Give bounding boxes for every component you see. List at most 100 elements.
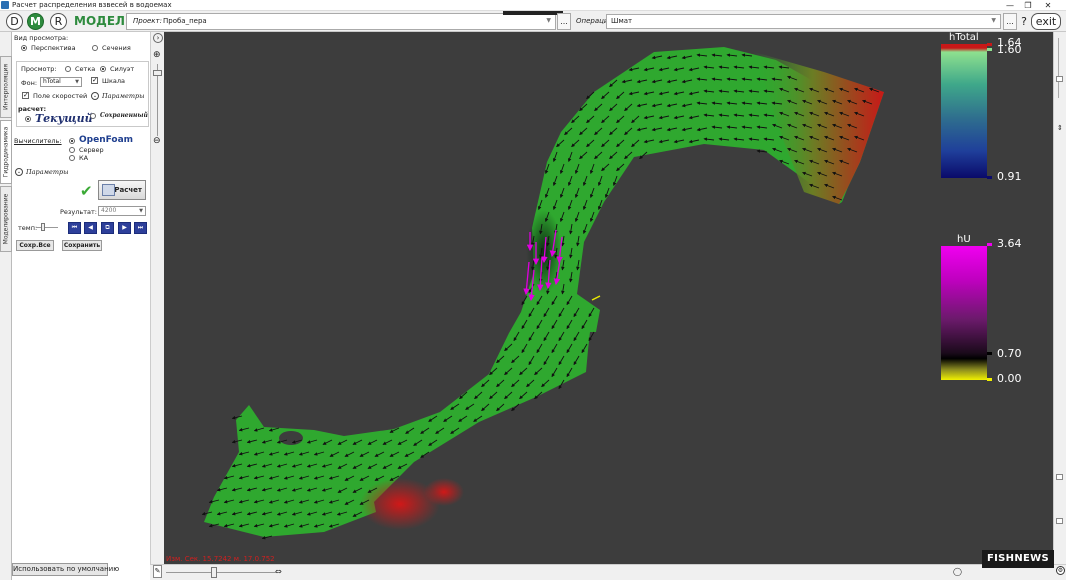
- legend-htotal-bar: [941, 44, 987, 178]
- high-level-spot: [424, 478, 464, 506]
- grid-radio[interactable]: [65, 66, 71, 72]
- scroll-handle[interactable]: [1056, 76, 1063, 82]
- legend-hu-max: 3.64: [997, 237, 1022, 250]
- next-frame-button[interactable]: ▶: [118, 222, 131, 234]
- params2-expand-icon[interactable]: ⌄: [15, 168, 23, 176]
- silhouette-radio[interactable]: [100, 66, 106, 72]
- legend-htotal-min: 0.91: [997, 170, 1022, 183]
- model-viewport[interactable]: hTotal 1.64 1.60 0.91 hU 3.64 0.70 0.00 …: [164, 32, 1053, 564]
- legend-htotal-tick: [987, 43, 992, 46]
- aperture-icon[interactable]: ◯: [953, 567, 962, 576]
- tempo-slider-track[interactable]: [36, 227, 58, 228]
- server-label: Сервер: [79, 146, 104, 154]
- marker-line: [591, 295, 601, 301]
- zoom-in-icon[interactable]: ⊕: [153, 50, 161, 60]
- sections-radio[interactable]: [92, 45, 98, 51]
- operation-select[interactable]: Шмат ▼: [606, 14, 1001, 29]
- tab-hydrodynamics[interactable]: Гидродинамика: [0, 120, 12, 184]
- chevron-down-icon: ▼: [139, 208, 143, 214]
- tab-label: Интерполяция: [2, 63, 10, 111]
- tab-modeling[interactable]: Моделирование: [0, 186, 12, 252]
- current-radio[interactable]: [25, 116, 31, 122]
- legend-hu: hU 3.64 0.70 0.00: [941, 234, 1022, 394]
- zoom-out-icon[interactable]: ⊖: [153, 136, 161, 146]
- prev-frame-button[interactable]: ◀: [84, 222, 97, 234]
- params2-label[interactable]: Параметры: [26, 168, 68, 176]
- settings-icon[interactable]: ⚙: [1056, 566, 1065, 575]
- legend-hu-tick: [987, 243, 992, 246]
- perspective-label: Перспектива: [31, 44, 76, 52]
- close-button[interactable]: ✕: [1040, 0, 1056, 11]
- sections-label: Сечения: [102, 44, 131, 52]
- save-all-button[interactable]: Сохр.Все: [16, 240, 54, 251]
- legend-htotal: hTotal 1.64 1.60 0.91: [941, 32, 1022, 192]
- velocity-field-checkbox[interactable]: ✓: [22, 92, 29, 99]
- tab-interpolation[interactable]: Интерполяция: [0, 56, 12, 118]
- result-label: Результат:: [60, 208, 97, 216]
- project-label: Проект:: [133, 17, 162, 25]
- tab-label: Моделирование: [2, 193, 10, 245]
- legend-hu-bar: [941, 246, 987, 380]
- pen-icon[interactable]: ✎: [153, 565, 162, 578]
- server-radio[interactable]: [69, 147, 75, 153]
- zoom-slider-handle[interactable]: [153, 70, 162, 76]
- operation-value: Шмат: [611, 17, 633, 25]
- maximize-button[interactable]: ❐: [1020, 0, 1036, 11]
- r-mode-button[interactable]: R: [50, 13, 67, 30]
- resize-vertical-icon[interactable]: ⇕: [1057, 124, 1063, 132]
- project-select[interactable]: Проект: Проба_пера ▼: [126, 13, 556, 30]
- river-model: [201, 47, 884, 540]
- app-window: Расчет распределения взвесей в водоемах …: [0, 0, 1066, 580]
- vertical-tabs: Интерполяция Гидродинамика Моделирование: [0, 32, 12, 580]
- resize-horizontal-icon[interactable]: ⇔: [275, 567, 282, 576]
- app-icon: [1, 1, 9, 9]
- tempo-label: темп:: [18, 224, 38, 232]
- legend-hu-min: 0.00: [997, 372, 1022, 385]
- time-slider-handle[interactable]: [211, 567, 217, 578]
- background-select[interactable]: hTotal ▼: [40, 77, 82, 87]
- view-mode-label: Вид просмотра:: [14, 34, 69, 42]
- perspective-radio[interactable]: [21, 45, 27, 51]
- legend-htotal-title: hTotal: [949, 32, 979, 43]
- zoom-strip: › ⊕ ⊖: [150, 32, 164, 580]
- time-slider-track[interactable]: [166, 572, 276, 573]
- result-value: 4200: [101, 207, 117, 214]
- operation-browse-button[interactable]: ...: [1003, 13, 1017, 30]
- openfoam-radio[interactable]: [69, 138, 75, 144]
- params-label[interactable]: Параметры: [102, 92, 144, 100]
- saved-radio[interactable]: [90, 113, 96, 119]
- calc-button[interactable]: Расчет: [98, 180, 146, 200]
- m-mode-button[interactable]: M: [27, 13, 44, 30]
- vertical-scrollbar[interactable]: ⇕: [1053, 32, 1066, 564]
- calculator-icon: [102, 184, 115, 196]
- scroll-handle-bottom[interactable]: [1056, 518, 1063, 524]
- save-button[interactable]: Сохранить: [62, 240, 102, 251]
- exit-button[interactable]: exit: [1031, 13, 1061, 30]
- background-value: hTotal: [43, 78, 61, 85]
- copy-frame-button[interactable]: ⧉: [101, 222, 114, 234]
- background-label: Фон:: [21, 79, 38, 87]
- legend-hu-tick: [987, 378, 992, 381]
- bottom-bar: ✎ ⇔ ◯ ⚙: [150, 564, 1066, 580]
- d-mode-button[interactable]: D: [6, 13, 23, 30]
- last-frame-button[interactable]: ⏭: [134, 222, 147, 234]
- island-hole: [279, 431, 303, 445]
- use-default-button[interactable]: Использовать по умолчанию: [12, 563, 119, 576]
- scroll-handle-lower[interactable]: [1056, 474, 1063, 480]
- scale-checkbox[interactable]: ✓: [91, 77, 98, 84]
- current-label: Текущий: [35, 112, 93, 125]
- project-browse-button[interactable]: ...: [557, 13, 571, 30]
- toolbar-handle[interactable]: [503, 11, 563, 15]
- result-select[interactable]: 4200 ▼: [98, 206, 146, 216]
- legend-htotal-mid: 1.60: [997, 43, 1022, 56]
- minimize-button[interactable]: —: [1002, 0, 1018, 11]
- collapse-panel-icon[interactable]: ›: [153, 33, 163, 43]
- first-frame-button[interactable]: ⏮: [68, 222, 81, 234]
- chevron-down-icon: ▼: [991, 17, 996, 24]
- help-button[interactable]: ?: [1019, 14, 1029, 29]
- ka-radio[interactable]: [69, 155, 75, 161]
- window-title: Расчет распределения взвесей в водоемах: [12, 1, 172, 9]
- params-expand-icon[interactable]: ⌄: [91, 92, 99, 100]
- tempo-slider-handle[interactable]: [41, 223, 45, 231]
- saved-label: Сохраненный: [100, 112, 148, 119]
